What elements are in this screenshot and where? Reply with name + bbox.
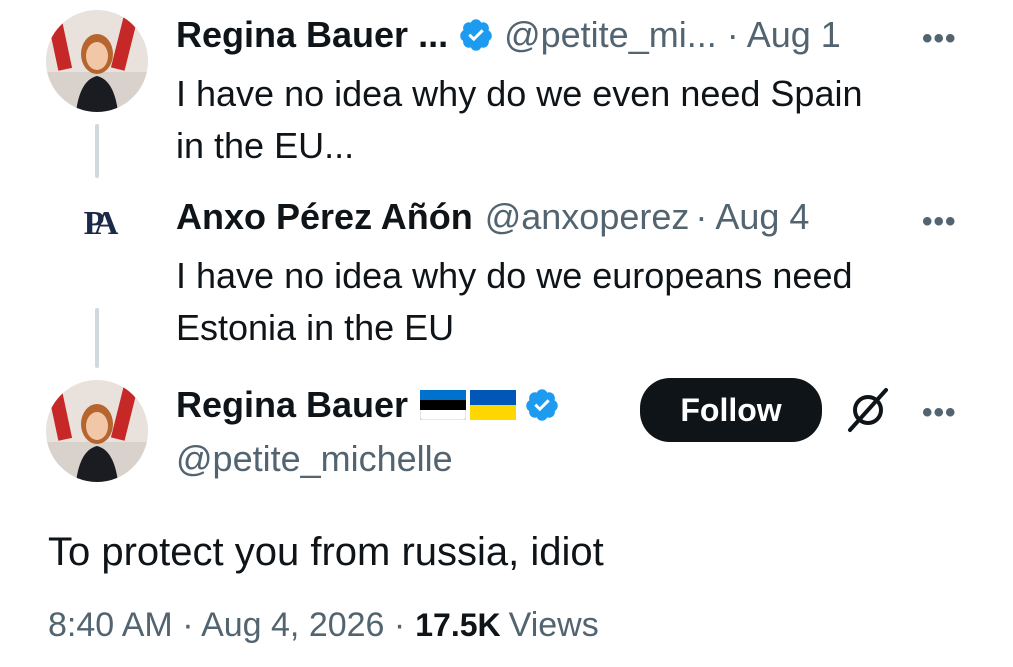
views-count: 17.5K xyxy=(415,607,501,643)
main-tweet-header: Regina Bauer xyxy=(176,384,560,426)
tweet2-text-line2: Estonia in the EU xyxy=(176,307,455,348)
tweet1-text-line1: I have no idea why do we even need Spain xyxy=(176,73,863,114)
ukraine-flag-icon xyxy=(470,390,517,420)
tweet2-handle[interactable]: @anxoperez xyxy=(485,196,690,238)
main-author-name[interactable]: Regina Bauer xyxy=(176,384,408,426)
avatar-image xyxy=(46,10,148,112)
tweet-timestamp[interactable]: 8:40 AM · Aug 4, 2026 · xyxy=(48,606,405,645)
tweet1-date[interactable]: · Aug 1 xyxy=(727,14,841,56)
more-icon[interactable]: ••• xyxy=(922,396,957,430)
more-icon[interactable]: ••• xyxy=(922,205,957,239)
avatar-image xyxy=(46,380,148,482)
more-icon[interactable]: ••• xyxy=(922,22,957,56)
tweet2-text-line1: I have no idea why do we europeans need xyxy=(176,255,853,296)
estonia-flag-icon xyxy=(420,390,467,420)
tweet1-text-line2: in the EU... xyxy=(176,125,355,166)
tweet1-handle[interactable]: @petite_mi... xyxy=(504,14,717,56)
verified-badge-icon xyxy=(526,389,558,421)
grok-icon[interactable] xyxy=(842,384,894,436)
tweet1-text: I have no idea why do we even need Spain… xyxy=(176,68,863,172)
tweet2-author-name[interactable]: Anxo Pérez Añón xyxy=(176,196,473,238)
tweet2-header: Anxo Pérez Añón @anxoperez · Aug 4 xyxy=(176,196,809,238)
views-label: Views xyxy=(508,606,599,644)
avatar-logo: PA xyxy=(83,205,119,242)
tweet2-date[interactable]: · Aug 4 xyxy=(695,196,809,238)
main-tweet-text: To protect you from russia, idiot xyxy=(48,530,604,574)
thread-line xyxy=(95,124,99,178)
main-handle[interactable]: @petite_michelle xyxy=(176,438,453,480)
avatar-anxo-perez[interactable]: PA xyxy=(66,196,128,252)
thread-line xyxy=(95,308,99,368)
tweet-meta: 8:40 AM · Aug 4, 2026 · 17.5K Views xyxy=(48,606,599,645)
tweet1-author-name[interactable]: Regina Bauer ... xyxy=(176,14,448,56)
tweet1-header: Regina Bauer ... @petite_mi... · Aug 1 xyxy=(176,14,841,56)
tweet2-text: I have no idea why do we europeans need … xyxy=(176,250,853,354)
verified-badge-icon xyxy=(460,19,492,51)
avatar-regina-bauer[interactable] xyxy=(46,10,148,112)
avatar-regina-bauer[interactable] xyxy=(46,380,148,482)
follow-button[interactable]: Follow xyxy=(640,378,822,442)
